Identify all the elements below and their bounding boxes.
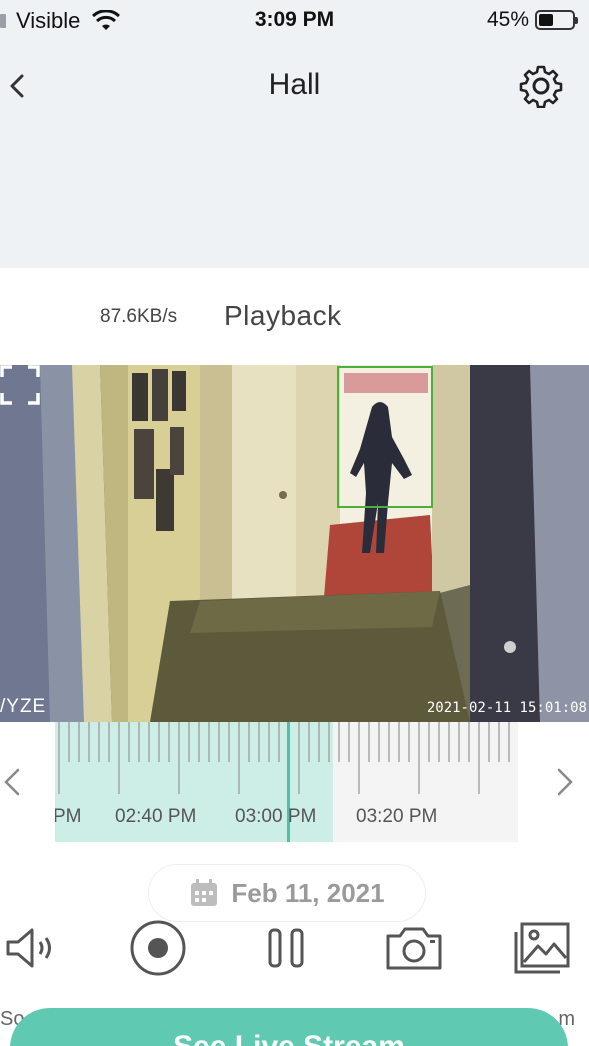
playback-controls [0, 914, 589, 984]
date-label: Feb 11, 2021 [231, 877, 385, 908]
battery-nub [575, 17, 578, 24]
timeline: PM 02:40 PM 03:00 PM 03:20 PM [0, 722, 589, 844]
gear-icon[interactable] [519, 64, 563, 108]
playback-mode-label: Playback [224, 300, 342, 331]
video-timestamp: 2021-02-11 15:01:08 [426, 700, 587, 716]
status-right: 45% [486, 8, 578, 32]
timeline-next-icon[interactable] [553, 764, 577, 800]
playback-row: 87.6KB/s Playback [0, 268, 589, 365]
gallery-icon[interactable] [512, 918, 572, 978]
timeline-label: 03:20 PM [356, 806, 438, 827]
camera-icon[interactable] [384, 918, 444, 978]
video-frame [0, 365, 589, 722]
battery-percent: 45% [486, 8, 529, 31]
timeline-label: 02:40 PM [115, 806, 197, 827]
page-title: Hall [268, 68, 321, 101]
battery-fill [539, 14, 553, 26]
speaker-icon[interactable] [2, 918, 62, 978]
fullscreen-icon[interactable] [0, 365, 40, 405]
record-icon[interactable] [128, 918, 188, 978]
timeline-prev-icon[interactable] [0, 764, 24, 800]
nav-bar: Hall [0, 60, 589, 112]
header-area: Visible 3:09 PM 45% Hall [0, 0, 589, 268]
camera-video[interactable]: /YZE 2021-02-11 15:01:08 [0, 365, 589, 722]
timeline-label: PM [55, 806, 82, 827]
status-bar: Visible 3:09 PM 45% [0, 6, 589, 36]
bitrate-label: 87.6KB/s [100, 306, 178, 327]
timeline-track[interactable]: PM 02:40 PM 03:00 PM 03:20 PM [55, 722, 518, 842]
calendar-icon [191, 879, 218, 906]
battery-icon [535, 10, 578, 30]
see-live-stream-button[interactable]: See Live Stream [10, 1008, 568, 1046]
brand-watermark: /YZE [0, 696, 47, 717]
timeline-label: 03:00 PM [235, 806, 317, 827]
pause-icon[interactable] [256, 918, 316, 978]
